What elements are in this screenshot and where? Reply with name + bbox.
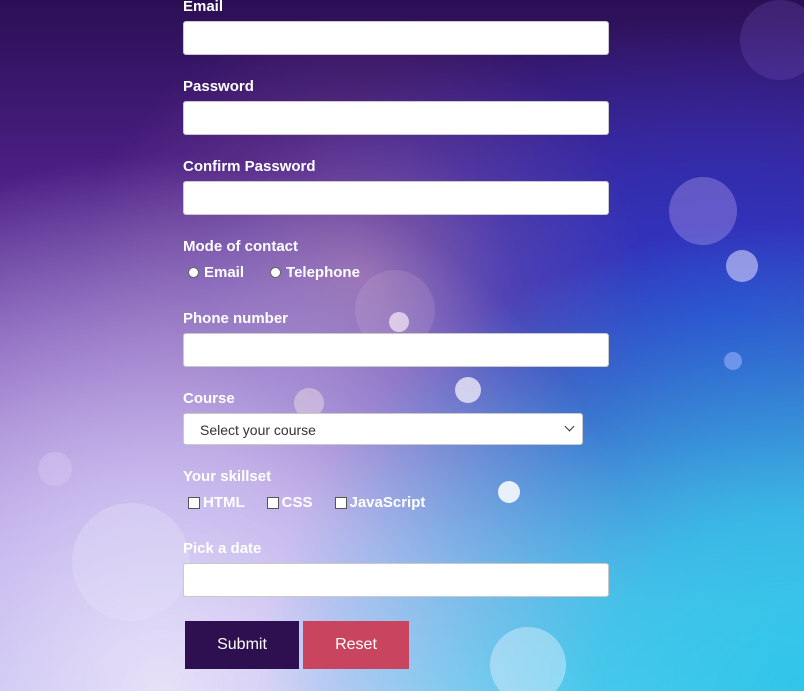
bokeh-decoration: [72, 503, 190, 621]
course-select-value: Select your course: [200, 422, 316, 438]
bokeh-decoration: [38, 452, 72, 486]
html-checkbox-label: HTML: [203, 494, 245, 511]
html-checkbox[interactable]: [188, 496, 200, 509]
telephone-radio-label: Telephone: [286, 264, 360, 281]
chevron-down-icon: [564, 421, 575, 432]
skill-option-javascript[interactable]: JavaScript: [334, 494, 426, 511]
bokeh-decoration: [669, 177, 737, 245]
contact-option-email[interactable]: Email: [188, 264, 244, 281]
mode-of-contact-label: Mode of contact: [183, 238, 298, 255]
email-radio[interactable]: [188, 267, 199, 278]
bokeh-decoration: [498, 481, 520, 503]
javascript-checkbox-label: JavaScript: [349, 494, 426, 511]
contact-option-telephone[interactable]: Telephone: [270, 264, 360, 281]
confirm-password-field[interactable]: [183, 181, 609, 215]
date-field[interactable]: [183, 563, 609, 597]
bokeh-decoration: [740, 0, 804, 80]
telephone-radio[interactable]: [270, 267, 282, 278]
bokeh-decoration: [724, 352, 742, 370]
skillset-options: HTML CSS JavaScript: [188, 494, 425, 511]
email-label: Email: [183, 0, 224, 15]
email-field[interactable]: [183, 21, 609, 55]
password-field[interactable]: [183, 101, 609, 135]
submit-button[interactable]: Submit: [185, 621, 299, 669]
css-checkbox[interactable]: [266, 496, 279, 509]
bokeh-decoration: [389, 312, 409, 332]
mode-of-contact-options: Email Telephone: [188, 264, 360, 281]
bokeh-decoration: [726, 250, 758, 282]
reset-button[interactable]: Reset: [303, 621, 409, 669]
confirm-password-label: Confirm Password: [183, 158, 316, 175]
skill-option-css[interactable]: CSS: [266, 494, 313, 511]
css-checkbox-label: CSS: [281, 494, 313, 511]
phone-number-label: Phone number: [183, 310, 289, 327]
skillset-label: Your skillset: [183, 468, 272, 485]
email-radio-label: Email: [204, 264, 245, 281]
course-label: Course: [183, 390, 235, 407]
course-select[interactable]: Select your course: [183, 413, 583, 445]
javascript-checkbox[interactable]: [334, 496, 347, 509]
phone-number-field[interactable]: [183, 333, 609, 367]
bokeh-decoration: [455, 377, 481, 403]
password-label: Password: [183, 78, 254, 95]
date-label: Pick a date: [183, 540, 262, 557]
bokeh-decoration: [490, 627, 566, 691]
skill-option-html[interactable]: HTML: [188, 494, 245, 511]
